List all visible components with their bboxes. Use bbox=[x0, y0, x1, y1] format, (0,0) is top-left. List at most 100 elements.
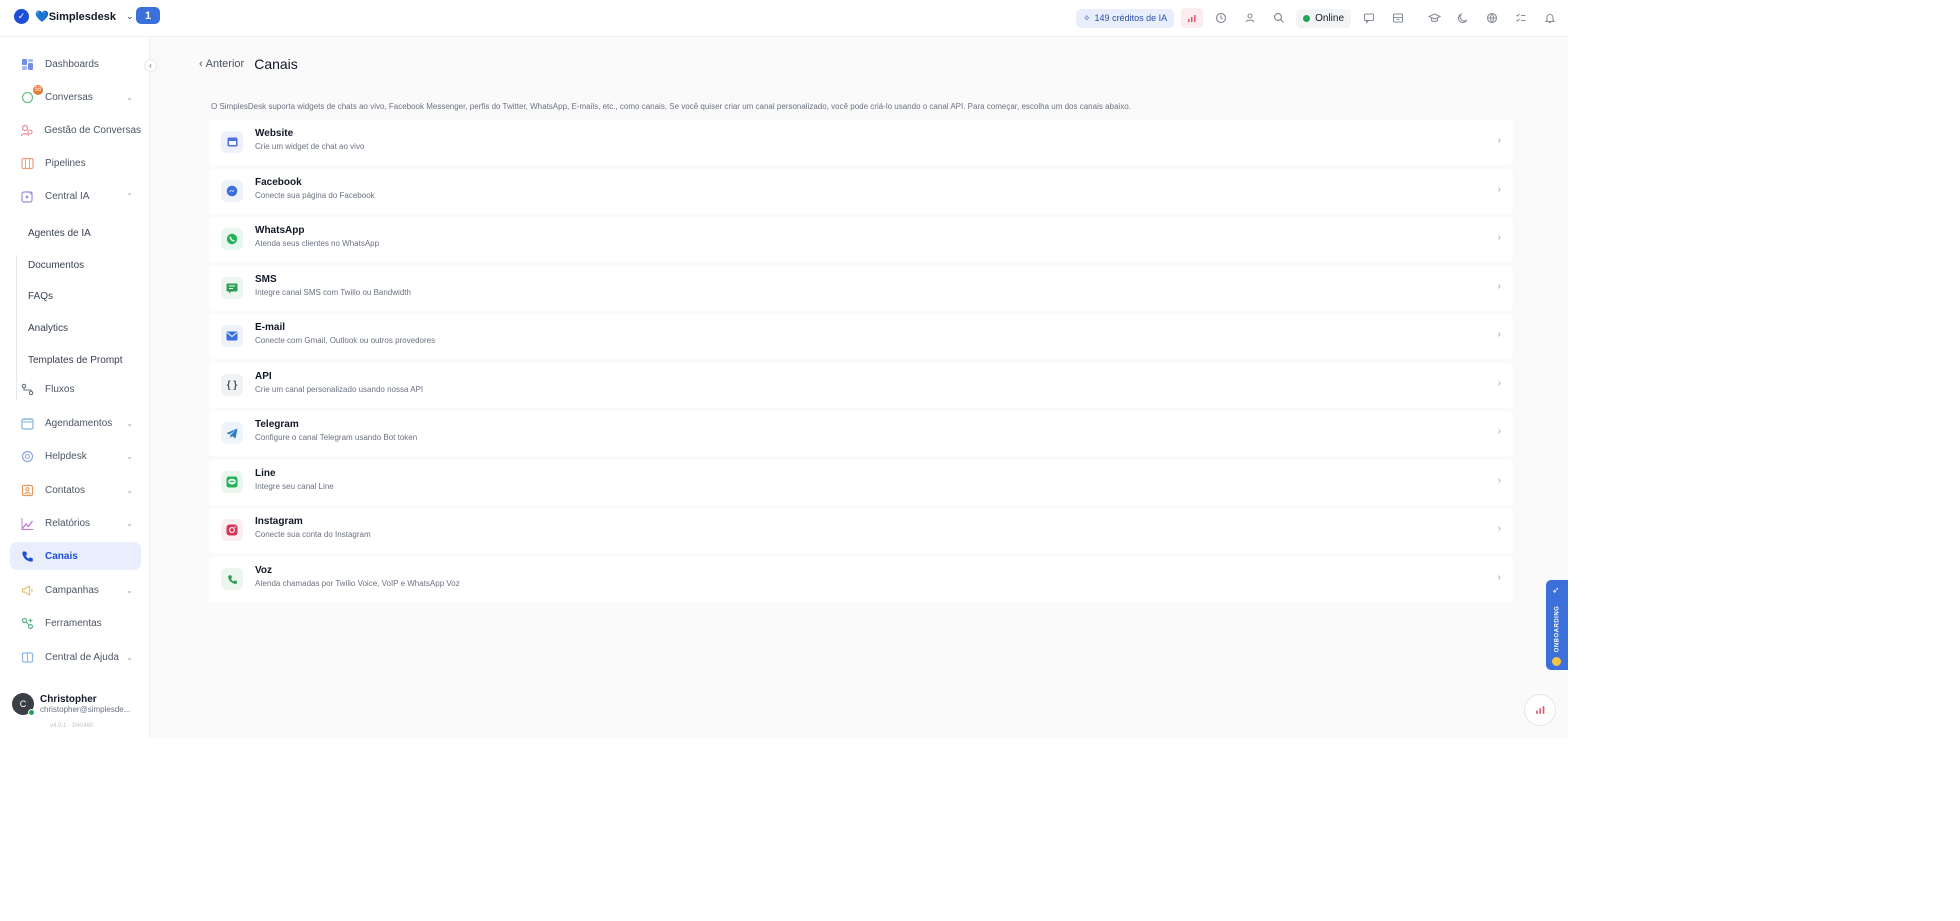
search-icon[interactable] bbox=[1268, 8, 1290, 28]
voice-icon bbox=[221, 568, 243, 590]
sidebar-item-label: Conversas bbox=[45, 91, 93, 103]
contacts-icon bbox=[20, 483, 34, 497]
checklist-icon[interactable] bbox=[1510, 8, 1532, 28]
messenger-icon bbox=[221, 180, 243, 202]
back-button[interactable]: ‹ Anterior bbox=[199, 58, 244, 70]
ai-credits-button[interactable]: ✧ 149 créditos de IA bbox=[1076, 8, 1175, 28]
sidebar: Dashboards 58 Conversas ⌄ Gestão de Conv… bbox=[0, 37, 150, 738]
sidebar-item-conversas[interactable]: 58 Conversas ⌄ bbox=[10, 83, 141, 111]
sidebar-item-campanhas[interactable]: Campanhas ⌄ bbox=[10, 576, 141, 604]
bell-icon[interactable] bbox=[1539, 8, 1561, 28]
api-icon: { } bbox=[221, 374, 243, 396]
team-icon[interactable] bbox=[1239, 8, 1261, 28]
megaphone-icon bbox=[20, 583, 34, 597]
workspace-switcher[interactable]: ✓ 💙Simplesdesk ⌄ bbox=[14, 9, 134, 24]
analytics-icon[interactable] bbox=[1181, 8, 1204, 28]
sidebar-item-central-de-ajuda[interactable]: Central de Ajuda ⌄ bbox=[10, 643, 141, 671]
channel-item-telegram[interactable]: Telegram Configure o canal Telegram usan… bbox=[209, 411, 1513, 456]
onboarding-tab[interactable]: ➶ ONBOARDING bbox=[1546, 580, 1568, 670]
channel-item-instagram[interactable]: Instagram Conecte sua conta do Instagram… bbox=[209, 508, 1513, 553]
channel-item-line[interactable]: Line Integre seu canal Line › bbox=[209, 460, 1513, 505]
chevron-right-icon: › bbox=[1497, 281, 1501, 292]
channel-description: Atenda seus clientes no WhatsApp bbox=[255, 239, 380, 248]
sidebar-item-central-ia[interactable]: Central IA ⌃ bbox=[10, 182, 141, 210]
moon-icon[interactable] bbox=[1452, 8, 1474, 28]
channel-description: Integre canal SMS com Twilio ou Bandwidt… bbox=[255, 288, 411, 297]
app-version: v4.0.1 · 1f40460 bbox=[50, 723, 94, 729]
notification-badge[interactable]: 1 bbox=[136, 7, 160, 24]
channel-description: Crie um widget de chat ao vivo bbox=[255, 142, 365, 151]
sidebar-item-helpdesk[interactable]: Helpdesk ⌄ bbox=[10, 442, 141, 470]
sidebar-item-label: Gestão de Conversas bbox=[44, 124, 141, 136]
online-status-dot bbox=[1303, 14, 1311, 22]
user-profile[interactable]: C Christopher christopher@simplesde... bbox=[12, 693, 131, 716]
tools-icon bbox=[20, 616, 34, 630]
channel-description: Atenda chamadas por Twilio Voice, VoIP e… bbox=[255, 579, 460, 588]
channel-item-sms[interactable]: SMS Integre canal SMS com Twilio ou Band… bbox=[209, 266, 1513, 311]
instagram-icon bbox=[221, 519, 243, 541]
channel-description: Conecte sua página do Facebook bbox=[255, 191, 375, 200]
rocket-icon: ➶ bbox=[1552, 585, 1560, 595]
top-bar: ✓ 💙Simplesdesk ⌄ 1 ✧ 149 créditos de IA bbox=[0, 0, 1568, 37]
sidebar-item-fluxos[interactable]: Fluxos bbox=[10, 375, 141, 403]
user-email: christopher@simplesde... bbox=[40, 705, 131, 714]
onboarding-label: ONBOARDING bbox=[1554, 605, 1561, 653]
channel-item-website[interactable]: Website Crie um widget de chat ao vivo › bbox=[209, 120, 1513, 165]
channel-item-voz[interactable]: Voz Atenda chamadas por Twilio Voice, Vo… bbox=[209, 557, 1513, 602]
sidebar-item-label: Campanhas bbox=[45, 584, 99, 596]
sidebar-item-label: Fluxos bbox=[45, 383, 75, 395]
sidebar-item-label: Central IA bbox=[45, 190, 90, 202]
sidebar-item-label: Dashboards bbox=[45, 58, 99, 70]
channel-item-whatsapp[interactable]: WhatsApp Atenda seus clientes no WhatsAp… bbox=[209, 217, 1513, 262]
channel-item-api[interactable]: { } API Crie um canal personalizado usan… bbox=[209, 363, 1513, 408]
reports-icon bbox=[20, 516, 34, 530]
line-icon bbox=[221, 471, 243, 493]
status-selector[interactable]: Online bbox=[1296, 8, 1351, 28]
back-label: Anterior bbox=[205, 58, 245, 70]
chevron-right-icon: › bbox=[1497, 184, 1501, 195]
chevron-right-icon: › bbox=[1497, 475, 1501, 486]
sidebar-item-ferramentas[interactable]: Ferramentas bbox=[10, 609, 141, 637]
page-title: Canais bbox=[254, 56, 298, 72]
sidebar-item-pipelines[interactable]: Pipelines bbox=[10, 149, 141, 177]
telegram-icon bbox=[221, 422, 243, 444]
chevron-down-icon: ⌄ bbox=[125, 11, 134, 21]
avatar: C bbox=[12, 693, 35, 716]
submenu-item-agentes-de-ia[interactable]: Agentes de IA bbox=[28, 228, 91, 239]
sidebar-item-label: Canais bbox=[45, 550, 78, 562]
sidebar-item-label: Helpdesk bbox=[45, 450, 87, 462]
sidebar-item-canais[interactable]: Canais bbox=[10, 542, 141, 570]
message-icon[interactable] bbox=[1358, 8, 1380, 28]
channel-title: Line bbox=[255, 468, 276, 479]
sidebar-item-label: Agendamentos bbox=[45, 417, 113, 429]
channel-description: Integre seu canal Line bbox=[255, 482, 334, 491]
submenu-item-documentos[interactable]: Documentos bbox=[28, 260, 84, 271]
channel-title: WhatsApp bbox=[255, 225, 305, 236]
channel-item-facebook[interactable]: Facebook Conecte sua página do Facebook … bbox=[209, 169, 1513, 214]
sidebar-item-label: Ferramentas bbox=[45, 617, 102, 629]
chevron-down-icon: ⌄ bbox=[126, 418, 133, 428]
conversation-management-icon bbox=[20, 123, 33, 137]
sidebar-item-dashboards[interactable]: Dashboards bbox=[10, 50, 141, 78]
sidebar-item-contatos[interactable]: Contatos ⌄ bbox=[10, 476, 141, 504]
floating-analytics-button[interactable] bbox=[1524, 694, 1556, 726]
online-status-dot bbox=[28, 709, 35, 716]
graduation-icon[interactable] bbox=[1423, 8, 1445, 28]
channel-item-email[interactable]: E-mail Conecte com Gmail, Outlook ou out… bbox=[209, 314, 1513, 359]
sidebar-item-relatorios[interactable]: Relatórios ⌄ bbox=[10, 509, 141, 537]
channel-description: Crie um canal personalizado usando nossa… bbox=[255, 385, 424, 394]
channel-description: Configure o canal Telegram usando Bot to… bbox=[255, 433, 418, 442]
chevron-down-icon: ⌄ bbox=[126, 485, 133, 495]
history-icon[interactable] bbox=[1210, 8, 1232, 28]
ai-credits-label: 149 créditos de IA bbox=[1094, 13, 1168, 23]
sidebar-item-agendamentos[interactable]: Agendamentos ⌄ bbox=[10, 409, 141, 437]
sidebar-item-label: Central de Ajuda bbox=[45, 651, 119, 663]
submenu-item-templates-de-prompt[interactable]: Templates de Prompt bbox=[28, 355, 123, 366]
submenu-item-faqs[interactable]: FAQs bbox=[28, 291, 53, 302]
globe-icon[interactable] bbox=[1481, 8, 1503, 28]
sidebar-item-gestao-de-conversas[interactable]: Gestão de Conversas bbox=[10, 116, 141, 144]
sidebar-item-label: Contatos bbox=[45, 484, 86, 496]
collapse-sidebar-button[interactable]: ‹ bbox=[144, 59, 157, 72]
submenu-item-analytics[interactable]: Analytics bbox=[28, 323, 68, 334]
archive-icon[interactable] bbox=[1387, 8, 1409, 28]
